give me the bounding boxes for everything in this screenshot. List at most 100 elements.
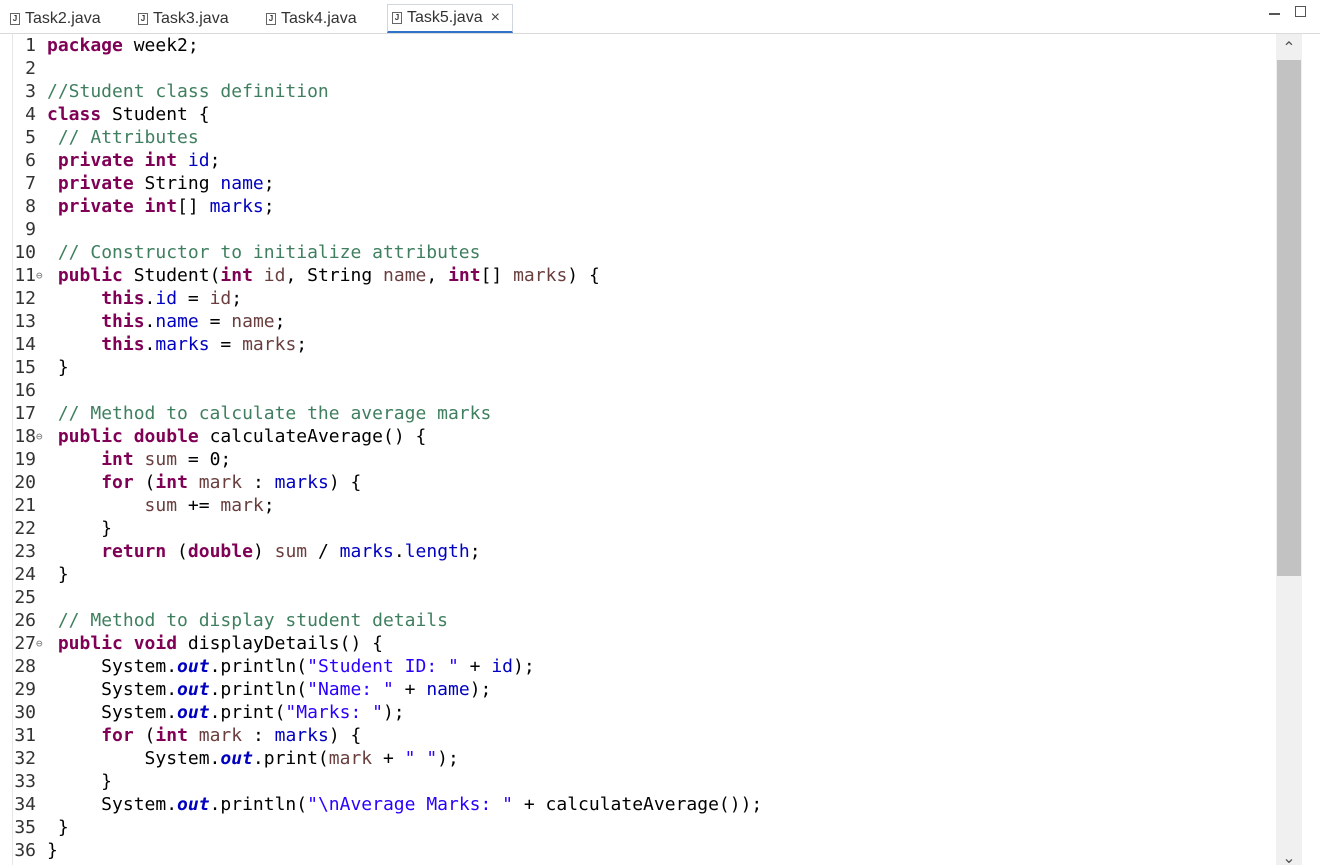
tab-task4[interactable]: J Task4.java bbox=[262, 4, 374, 33]
code-token: } bbox=[47, 840, 58, 861]
code-token: private bbox=[57, 173, 134, 194]
code-line[interactable]: 19 int sum = 0; bbox=[0, 448, 1276, 471]
code-token: .println( bbox=[209, 679, 308, 700]
code-line[interactable]: 11 ⊖ public Student(int id, String name, … bbox=[0, 264, 1276, 287]
code-text: class Student { bbox=[47, 103, 210, 126]
code-token: } bbox=[47, 817, 69, 838]
code-token: ; bbox=[296, 334, 308, 355]
code-token: void bbox=[133, 633, 178, 654]
code-token: displayDetails() { bbox=[177, 633, 383, 654]
code-line[interactable]: 24 } bbox=[0, 563, 1276, 586]
code-line[interactable]: 29 System.out.println("Name: " + name); bbox=[0, 678, 1276, 701]
code-line[interactable]: 3 //Student class definition bbox=[0, 80, 1276, 103]
code-line[interactable]: 4 class Student { bbox=[0, 103, 1276, 126]
minimize-icon[interactable] bbox=[1269, 6, 1280, 15]
scrollbar-thumb[interactable] bbox=[1277, 60, 1301, 576]
tab-task3[interactable]: J Task3.java bbox=[134, 4, 246, 33]
code-line[interactable]: 17 // Method to calculate the average ma… bbox=[0, 402, 1276, 425]
line-number: 33 bbox=[14, 771, 36, 792]
code-line[interactable]: 27 ⊖ public void displayDetails() { bbox=[0, 632, 1276, 655]
code-token: return bbox=[101, 541, 167, 562]
tab-task2[interactable]: J Task2.java bbox=[6, 4, 116, 33]
code-text: } bbox=[47, 517, 112, 540]
code-token: name bbox=[231, 311, 275, 332]
code-text: } bbox=[47, 839, 58, 862]
maximize-icon[interactable] bbox=[1295, 6, 1306, 17]
line-number: 13 bbox=[14, 311, 36, 332]
code-token: int bbox=[144, 150, 178, 171]
code-token: Student( bbox=[122, 265, 221, 286]
code-line[interactable]: 31 for (int mark : marks) { bbox=[0, 724, 1276, 747]
code-token: public bbox=[57, 633, 123, 654]
code-line[interactable]: 21 sum += mark; bbox=[0, 494, 1276, 517]
scroll-up-icon[interactable]: ⌃ bbox=[1276, 38, 1302, 58]
code-token: = bbox=[177, 288, 210, 309]
code-line[interactable]: 6 private int id; bbox=[0, 149, 1276, 172]
java-file-icon: J bbox=[266, 12, 276, 25]
code-line[interactable]: 5 // Attributes bbox=[0, 126, 1276, 149]
code-line[interactable]: 26 // Method to display student details bbox=[0, 609, 1276, 632]
code-line[interactable]: 1 package week2; bbox=[0, 34, 1276, 57]
fold-toggle-icon[interactable]: ⊖ bbox=[36, 264, 43, 287]
code-line[interactable]: 22 } bbox=[0, 517, 1276, 540]
fold-toggle-icon[interactable]: ⊖ bbox=[36, 632, 43, 655]
code-token: } bbox=[47, 771, 113, 792]
code-text: System.out.println("\nAverage Marks: " +… bbox=[47, 793, 762, 816]
code-line[interactable]: 25 bbox=[0, 586, 1276, 609]
code-line[interactable]: 13 this.name = name; bbox=[0, 310, 1276, 333]
line-number: 36 bbox=[14, 840, 36, 861]
code-token: . bbox=[393, 541, 405, 562]
code-line[interactable]: 28 System.out.println("Student ID: " + i… bbox=[0, 655, 1276, 678]
code-line[interactable]: 35 } bbox=[0, 816, 1276, 839]
code-token: double bbox=[187, 541, 253, 562]
code-line[interactable]: 7 private String name; bbox=[0, 172, 1276, 195]
code-token: " " bbox=[404, 748, 438, 769]
code-line[interactable]: 34 System.out.println("\nAverage Marks: … bbox=[0, 793, 1276, 816]
code-token: out bbox=[177, 656, 210, 677]
code-token: [] bbox=[177, 196, 210, 217]
code-token: for bbox=[101, 725, 134, 746]
code-token: mark bbox=[198, 725, 243, 746]
code-token: name bbox=[426, 679, 470, 700]
java-file-icon: J bbox=[10, 12, 20, 25]
fold-toggle-icon[interactable]: ⊖ bbox=[36, 425, 43, 448]
code-line[interactable]: 10 // Constructor to initialize attribut… bbox=[0, 241, 1276, 264]
code-text: public void displayDetails() { bbox=[47, 632, 383, 655]
code-token: "Name: " bbox=[307, 679, 394, 700]
code-token: private bbox=[57, 150, 134, 171]
code-line[interactable]: 36} bbox=[0, 839, 1276, 862]
code-line[interactable]: 20 for (int mark : marks) { bbox=[0, 471, 1276, 494]
code-line[interactable]: 30 System.out.print("Marks: "); bbox=[0, 701, 1276, 724]
line-number: 6 bbox=[25, 150, 36, 171]
code-text: sum += mark; bbox=[47, 494, 275, 517]
code-line[interactable]: 33 } bbox=[0, 770, 1276, 793]
code-token: , String bbox=[285, 265, 384, 286]
code-token: this bbox=[101, 334, 145, 355]
code-text: public double calculateAverage() { bbox=[47, 425, 426, 448]
code-line[interactable]: 16 bbox=[0, 379, 1276, 402]
code-line[interactable]: 9 bbox=[0, 218, 1276, 241]
code-line[interactable]: 18 ⊖ public double calculateAverage() { bbox=[0, 425, 1276, 448]
code-token: ( bbox=[133, 725, 156, 746]
code-token: out bbox=[177, 794, 210, 815]
code-token: length bbox=[404, 541, 470, 562]
code-text: } bbox=[47, 816, 69, 839]
code-line[interactable]: 32 System.out.print(mark + " "); bbox=[0, 747, 1276, 770]
code-line[interactable]: 8 private int[] marks; bbox=[0, 195, 1276, 218]
code-token: + calculateAverage()); bbox=[513, 794, 763, 815]
code-line[interactable]: 23 return (double) sum / marks.length; bbox=[0, 540, 1276, 563]
code-line[interactable]: 2 bbox=[0, 57, 1276, 80]
code-line[interactable]: 14 this.marks = marks; bbox=[0, 333, 1276, 356]
vertical-scrollbar[interactable]: ⌃ ⌄ bbox=[1276, 34, 1302, 867]
scroll-down-icon[interactable]: ⌄ bbox=[1276, 850, 1302, 867]
code-line[interactable]: 12 this.id = id; bbox=[0, 287, 1276, 310]
close-tab-icon[interactable]: × bbox=[491, 9, 500, 27]
tab-label: Task2.java bbox=[25, 9, 101, 27]
code-editor[interactable]: 1 package week2; 2 3 //Student class definit… bbox=[0, 34, 1276, 865]
tab-task5[interactable]: J Task5.java × bbox=[387, 4, 513, 33]
code-token: ; bbox=[263, 173, 275, 194]
code-line[interactable]: 15 } bbox=[0, 356, 1276, 379]
